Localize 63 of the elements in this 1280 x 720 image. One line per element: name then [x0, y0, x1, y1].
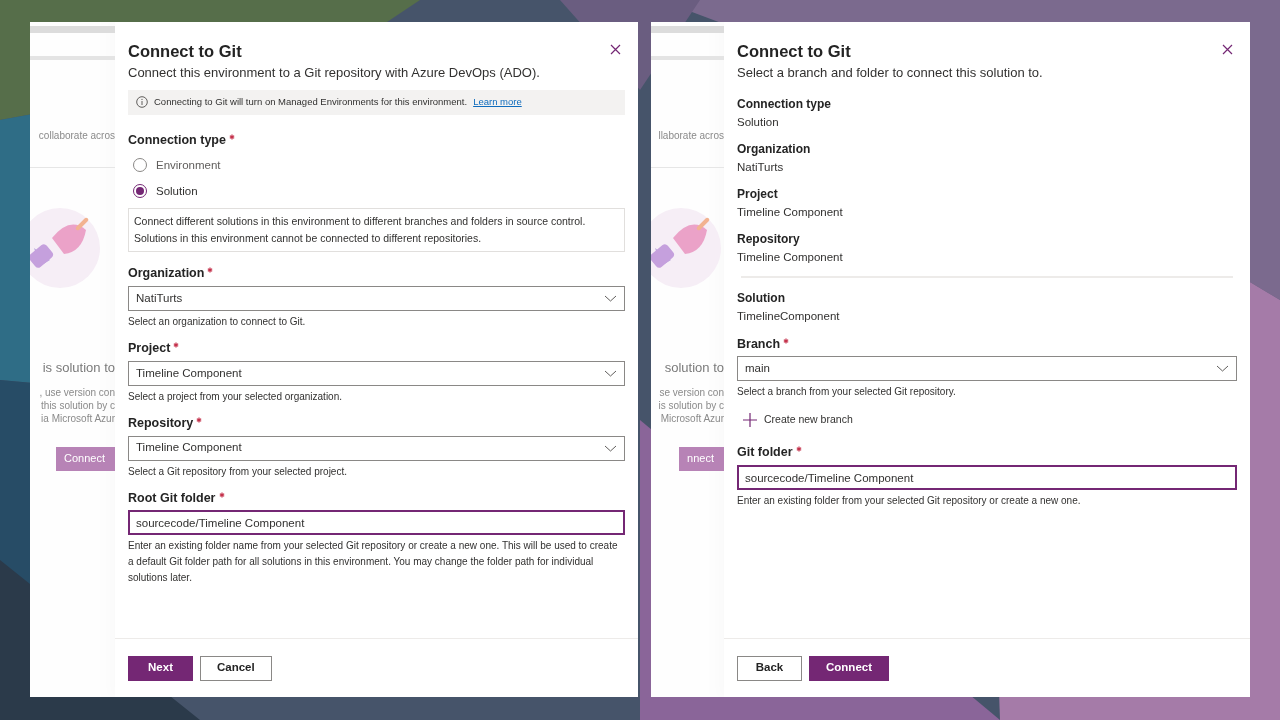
background-text: this solution by c	[41, 398, 115, 412]
field-label: Project	[128, 340, 171, 357]
info-icon	[136, 96, 148, 108]
dialog-subtitle: Connect this environment to a Git repository with Azure DevOps (ADO).	[128, 64, 541, 82]
close-button[interactable]	[608, 42, 623, 57]
background-text: se version con	[659, 385, 724, 399]
field-value: Solution	[737, 114, 780, 130]
info-box: Connect different solutions in this environment to different branches and folders in source control. Solutions in this environment cannot be connected to different repositories.	[128, 208, 625, 253]
dropdown[interactable]: NatiTurts	[128, 286, 625, 311]
background-text: is solution by c	[658, 398, 724, 412]
radio-option[interactable]: Environment	[128, 152, 221, 179]
close-icon	[610, 44, 621, 55]
background-heading: is solution to	[42, 359, 115, 377]
field-label: Project	[737, 185, 779, 202]
helper-text: Enter an existing folder name from your selected Git repository or create a new one. This will be used to create a default Git folder path for all solutions in this environment. You may change the folder path for individual solutions later.	[128, 539, 619, 586]
close-icon	[1222, 44, 1233, 55]
helper-text: Select a Git repository from your selected project.	[128, 464, 348, 479]
chevron-down-icon	[604, 444, 617, 452]
secondary-button[interactable]: Cancel	[200, 655, 272, 681]
dialog-title: Connect to Git	[128, 41, 242, 62]
notice-text: Connecting to Git will turn on Managed Environments for this environment.	[154, 94, 468, 109]
background-heading: solution to	[664, 359, 724, 377]
field-label: Root Git folder	[128, 489, 216, 507]
field-label: Organization	[737, 140, 812, 157]
background-text: , use version con	[39, 385, 115, 399]
field-label: Git folder	[737, 444, 793, 462]
secondary-button[interactable]: Back	[737, 655, 802, 681]
field-value: TimelineComponent	[737, 308, 841, 324]
field-label: Organization	[128, 265, 205, 283]
dropdown[interactable]: Timeline Component	[128, 360, 625, 386]
plus-icon	[743, 413, 757, 428]
field-label: Branch	[737, 335, 781, 353]
dropdown[interactable]: main	[737, 356, 1237, 382]
field-value: Timeline Component	[737, 204, 844, 220]
field-label: Repository	[737, 230, 801, 247]
dialog-subtitle: Select a branch and folder to connect this solution to.	[737, 64, 1044, 82]
chevron-down-icon	[1216, 365, 1229, 373]
dialog-title: Connect to Git	[737, 41, 851, 62]
background-text: collaborate acros	[38, 129, 115, 143]
dropdown[interactable]: Timeline Component	[128, 435, 625, 461]
text-input-field[interactable]: sourcecode/Timeline Component	[737, 465, 1237, 490]
background-text: ia Microsoft Azur	[41, 411, 115, 425]
helper-text: Select an organization to connect to Git.	[128, 315, 307, 329]
learn-more-link[interactable]: Learn more	[473, 94, 522, 110]
primary-button[interactable]: Connect	[809, 655, 889, 681]
background-text: llaborate acros	[658, 129, 724, 143]
create-branch-button[interactable]: Create new branch	[737, 409, 853, 432]
helper-text: Enter an existing folder from your selected Git repository or create a new one.	[737, 494, 1082, 508]
primary-button[interactable]: Next	[128, 655, 193, 681]
field-label: Repository	[128, 414, 194, 432]
field-label: Connection type	[128, 131, 226, 149]
chevron-down-icon	[604, 369, 617, 377]
background-text: Microsoft Azur	[660, 411, 724, 425]
helper-text: Select a branch from your selected Git repository.	[737, 385, 957, 400]
text-input-field[interactable]: sourcecode/Timeline Component	[128, 510, 625, 536]
field-label: Connection type	[737, 95, 832, 112]
helper-text: Select a project from your selected organization.	[128, 389, 343, 404]
chevron-down-icon	[604, 295, 617, 302]
field-label: Solution	[737, 289, 786, 306]
radio-option[interactable]: Solution	[128, 178, 198, 205]
field-value: Timeline Component	[737, 249, 844, 265]
close-button[interactable]	[1220, 42, 1235, 57]
field-value: NatiTurts	[737, 159, 785, 175]
